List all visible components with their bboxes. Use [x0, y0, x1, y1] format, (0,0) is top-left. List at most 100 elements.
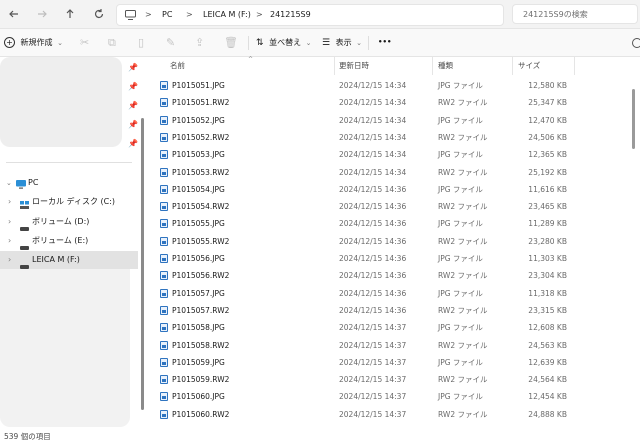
column-divider[interactable] [574, 57, 575, 75]
file-row[interactable]: P1015056.RW2 2024/12/15 14:36 RW2 ファイル 23,3… [150, 267, 632, 284]
file-size: 12,470 KB [528, 115, 567, 125]
file-name: P1015057.JPG [172, 288, 225, 298]
pin-icon: 📌 [128, 120, 138, 129]
file-row[interactable]: P1015060.RW2 2024/12/15 14:37 RW2 ファイル 24,8… [150, 406, 632, 423]
file-list-scrollbar[interactable] [628, 75, 638, 428]
file-row[interactable]: P1015053.RW2 2024/12/15 14:34 RW2 ファイル 25,1… [150, 164, 632, 181]
file-row[interactable]: P1015058.RW2 2024/12/15 14:37 RW2 ファイル 24,5… [150, 337, 632, 354]
file-row[interactable]: P1015051.JPG 2024/12/15 14:34 JPG ファイル 12,5… [150, 77, 632, 94]
file-date: 2024/12/15 14:36 [339, 202, 407, 212]
breadcrumb-separator: > [186, 10, 193, 19]
more-button[interactable]: ••• [378, 29, 391, 56]
sort-icon: ⇅ [256, 38, 264, 48]
image-file-icon [160, 305, 168, 315]
scrollbar-thumb[interactable] [632, 89, 635, 149]
file-row[interactable]: P1015059.JPG 2024/12/15 14:37 JPG ファイル 12,6… [150, 354, 632, 371]
drive-icon [20, 258, 29, 276]
view-button[interactable]: ☰ 表示 ⌄ [322, 29, 362, 56]
file-name: P1015059.JPG [172, 357, 225, 367]
file-name: P1015057.RW2 [172, 305, 230, 315]
chevron-right-icon: › [8, 217, 12, 226]
column-divider[interactable] [432, 57, 433, 75]
item-count: 539 個の項目 [4, 432, 51, 441]
file-name: P1015058.RW2 [172, 340, 230, 350]
file-row[interactable]: P1015057.JPG 2024/12/15 14:36 JPG ファイル 11,3… [150, 285, 632, 302]
file-date: 2024/12/15 14:37 [339, 392, 407, 402]
file-name: P1015058.JPG [172, 323, 225, 333]
breadcrumb-folder[interactable]: 241215S9 [270, 5, 311, 25]
new-button[interactable]: + 新規作成 ⌄ [4, 29, 63, 56]
search-input[interactable]: 241215S9の検索 [512, 4, 638, 24]
chevron-down-icon: ⌄ [305, 39, 312, 47]
sidebar-item-drive-f[interactable]: › LEICA M (F:) [0, 251, 138, 269]
file-row[interactable]: P1015055.RW2 2024/12/15 14:36 RW2 ファイル 23,2… [150, 233, 632, 250]
column-header-size[interactable]: サイズ [518, 57, 540, 75]
image-file-icon [160, 115, 168, 125]
breadcrumb-drive[interactable]: LEICA M (F:) [203, 5, 251, 25]
file-type: RW2 ファイル [438, 409, 488, 419]
rename-icon[interactable]: ✎ [166, 29, 175, 56]
sidebar-item-pc[interactable]: ⌄ PC [0, 174, 138, 192]
image-file-icon [160, 184, 168, 194]
file-type: RW2 ファイル [438, 236, 488, 246]
sidebar-item-drive-d[interactable]: › ボリューム (D:) [0, 213, 138, 231]
file-row[interactable]: P1015054.RW2 2024/12/15 14:36 RW2 ファイル 23,4… [150, 198, 632, 215]
image-file-icon [160, 98, 168, 108]
column-header-type[interactable]: 種類 [438, 57, 453, 75]
file-size: 12,365 KB [528, 150, 567, 160]
file-row[interactable]: P1015059.RW2 2024/12/15 14:37 RW2 ファイル 24,5… [150, 371, 632, 388]
forward-button[interactable] [32, 4, 52, 24]
file-row[interactable]: P1015056.JPG 2024/12/15 14:36 JPG ファイル 11,3… [150, 250, 632, 267]
copy-icon[interactable]: ⧉ [108, 29, 116, 56]
scrollbar-thumb[interactable] [141, 118, 144, 410]
redacted-area [0, 257, 130, 427]
address-path[interactable]: > PC > LEICA M (F:) > 241215S9 [116, 4, 504, 26]
chevron-right-icon: › [8, 236, 12, 245]
image-file-icon [160, 357, 168, 367]
paste-icon[interactable]: ▯ [138, 29, 144, 56]
share-icon[interactable]: ⇪ [195, 29, 204, 56]
column-divider[interactable] [334, 57, 335, 75]
image-file-icon [160, 323, 168, 333]
refresh-button[interactable] [89, 4, 109, 24]
back-button[interactable] [4, 4, 24, 24]
image-file-icon [160, 132, 168, 142]
file-size: 24,564 KB [528, 375, 567, 385]
sidebar-item-drive-e[interactable]: › ボリューム (E:) [0, 232, 138, 250]
file-name: P1015052.JPG [172, 115, 225, 125]
sidebar-item-drive-c[interactable]: › ローカル ディスク (C:) [0, 193, 138, 211]
column-header-name[interactable]: 名前 [170, 57, 185, 75]
file-row[interactable]: P1015052.JPG 2024/12/15 14:34 JPG ファイル 12,4… [150, 112, 632, 129]
command-bar: + 新規作成 ⌄ ✂ ⧉ ▯ ✎ ⇪ 🗑 ⇅ 並べ替え ⌄ ☰ 表示 ⌄ ••• [0, 29, 640, 57]
file-size: 11,616 KB [528, 184, 567, 194]
sidebar-item-label: ローカル ディスク (C:) [32, 197, 116, 206]
sidebar-scrollbar[interactable] [140, 62, 144, 422]
file-date: 2024/12/15 14:37 [339, 375, 407, 385]
file-size: 12,454 KB [528, 392, 567, 402]
arrow-up-icon [66, 9, 74, 18]
delete-icon[interactable]: 🗑 [224, 29, 238, 56]
file-size: 12,639 KB [528, 357, 567, 367]
file-type: JPG ファイル [438, 150, 483, 160]
sort-button[interactable]: ⇅ 並べ替え ⌄ [256, 29, 312, 56]
file-size: 23,280 KB [528, 236, 567, 246]
file-row[interactable]: P1015052.RW2 2024/12/15 14:34 RW2 ファイル 24,5… [150, 129, 632, 146]
navigation-pane: 📌 📌 📌 📌 📌 ⌄ PC › ローカル ディスク (C:) › ボリューム … [0, 57, 146, 430]
details-pane-icon[interactable] [632, 29, 640, 56]
column-header-modified[interactable]: 更新日時 [339, 57, 369, 75]
file-row[interactable]: P1015055.JPG 2024/12/15 14:36 JPG ファイル 11,2… [150, 215, 632, 232]
file-row[interactable]: P1015051.RW2 2024/12/15 14:34 RW2 ファイル 25,3… [150, 94, 632, 111]
file-type: JPG ファイル [438, 184, 483, 194]
column-divider[interactable] [512, 57, 513, 75]
file-row[interactable]: P1015060.JPG 2024/12/15 14:37 JPG ファイル 12,4… [150, 388, 632, 405]
file-type: RW2 ファイル [438, 167, 488, 177]
breadcrumb-pc[interactable]: PC [162, 5, 172, 25]
file-row[interactable]: P1015057.RW2 2024/12/15 14:36 RW2 ファイル 23,3… [150, 302, 632, 319]
file-type: RW2 ファイル [438, 340, 488, 350]
file-row[interactable]: P1015054.JPG 2024/12/15 14:36 JPG ファイル 11,6… [150, 181, 632, 198]
up-button[interactable] [60, 4, 80, 24]
file-row[interactable]: P1015053.JPG 2024/12/15 14:34 JPG ファイル 12,3… [150, 146, 632, 163]
cut-icon[interactable]: ✂ [80, 29, 89, 56]
file-row[interactable]: P1015058.JPG 2024/12/15 14:37 JPG ファイル 12,6… [150, 319, 632, 336]
file-name: P1015053.JPG [172, 150, 225, 160]
